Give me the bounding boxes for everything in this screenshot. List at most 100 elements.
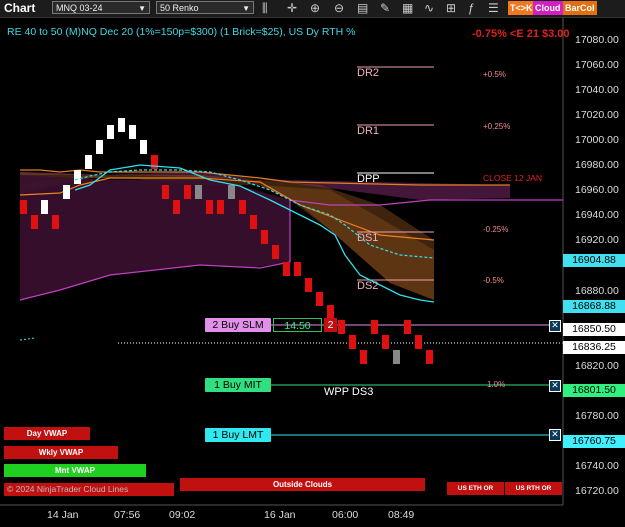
bar-type-icon[interactable]: ⫼ xyxy=(262,1,268,16)
crosshair-icon[interactable]: ✛ xyxy=(287,1,297,15)
renko-brick xyxy=(129,125,136,139)
y-tick-label: 16960.00 xyxy=(575,184,619,197)
y-tick-label: 16820.00 xyxy=(575,359,619,372)
renko-brick xyxy=(283,262,290,276)
bar-type-value: 50 Renko xyxy=(160,3,199,13)
drawing-tool-icon[interactable]: ✎ xyxy=(380,1,390,15)
chart-subtitle: RE 40 to 50 (M)NQ Dec 20 (1%=150p=$300) … xyxy=(7,26,356,38)
renko-brick xyxy=(327,305,334,319)
x-tick-label: 06:00 xyxy=(332,509,359,521)
price-tag: 16868.88 xyxy=(563,299,625,313)
cloud-toggle-button[interactable]: Cloud xyxy=(533,1,563,15)
renko-brick xyxy=(96,140,103,154)
renko-brick xyxy=(74,170,81,184)
chart-title: Chart xyxy=(4,1,36,15)
level-dr1-pct: +0.25% xyxy=(483,122,511,131)
us-eth-or-box: US ETH OR xyxy=(447,482,504,495)
chevron-down-icon: ▼ xyxy=(242,4,250,13)
renko-brick xyxy=(31,215,38,229)
level-dr1-label: DR1 xyxy=(357,125,380,137)
properties-icon[interactable]: ▤ xyxy=(357,1,368,15)
renko-brick xyxy=(162,185,169,199)
legend-text: © 2024 NinjaTrader Cloud Lines xyxy=(7,484,129,494)
renko-brick xyxy=(239,200,246,214)
cancel-mit-close-icon[interactable]: ✕ xyxy=(549,380,561,392)
tk-toggle-button[interactable]: T<>K xyxy=(508,1,535,15)
y-tick-label: 16940.00 xyxy=(575,209,619,222)
chevron-down-icon: ▼ xyxy=(138,4,146,13)
renko-brick xyxy=(360,350,367,364)
y-tick-label: 16980.00 xyxy=(575,159,619,172)
toolbar: Chart MNQ 03-24 ▼ 50 Renko ▼ ⫼ ✛ ⊕ ⊖ ▤ ✎… xyxy=(0,0,625,18)
level-ds2-pct: -0.5% xyxy=(483,276,504,285)
buy-mit-order-label[interactable]: 1 Buy MIT xyxy=(205,378,271,392)
y-tick-label: 17000.00 xyxy=(575,133,619,146)
renko-brick xyxy=(349,335,356,349)
renko-brick xyxy=(206,200,213,214)
bar-type-selector[interactable]: 50 Renko ▼ xyxy=(156,1,254,14)
price-tag: 16850.50 xyxy=(563,322,625,336)
cancel-slm-close-icon[interactable]: ✕ xyxy=(549,320,561,332)
chart-trader-icon[interactable]: ⊞ xyxy=(446,1,456,15)
x-tick-label: 07:56 xyxy=(114,509,141,521)
y-tick-label: 16720.00 xyxy=(575,485,619,498)
price-tag: 16836.25 xyxy=(563,340,625,354)
renko-brick xyxy=(382,335,389,349)
renko-brick xyxy=(107,125,114,139)
y-tick-label: 16740.00 xyxy=(575,460,619,473)
x-tick-label: 08:49 xyxy=(388,509,415,521)
buy-slm-order-label[interactable]: 2 Buy SLM xyxy=(205,318,271,332)
buy-slm-price-field[interactable]: 14.50 xyxy=(273,318,322,332)
renko-brick xyxy=(404,320,411,334)
instrument-selector[interactable]: MNQ 03-24 ▼ xyxy=(52,1,150,14)
monthly-vwap-box: Mnt VWAP xyxy=(4,464,146,477)
renko-brick xyxy=(316,292,323,306)
y-tick-label: 17020.00 xyxy=(575,108,619,121)
zoom-out-icon[interactable]: ⊖ xyxy=(334,1,344,15)
renko-brick xyxy=(195,185,202,199)
renko-brick xyxy=(41,200,48,214)
level-ds3-label: WPP DS3 xyxy=(324,386,374,398)
renko-brick xyxy=(294,262,301,276)
buy-lmt-order-label[interactable]: 1 Buy LMT xyxy=(205,428,271,442)
instrument-value: MNQ 03-24 xyxy=(56,3,103,13)
level-ds1-label: DS1 xyxy=(357,232,379,244)
renko-brick xyxy=(272,245,279,259)
y-tick-label: 17080.00 xyxy=(575,33,619,46)
renko-brick xyxy=(63,185,70,199)
renko-brick xyxy=(85,155,92,169)
x-tick-label: 16 Jan xyxy=(264,509,296,521)
price-tag: 16801.50 xyxy=(563,384,625,398)
data-box-icon[interactable]: ☰ xyxy=(488,1,499,15)
renko-brick xyxy=(140,140,147,154)
renko-brick xyxy=(52,215,59,229)
renko-brick xyxy=(250,215,257,229)
price-tag: 16904.88 xyxy=(563,254,625,268)
level-ds3-pct: 1.0% xyxy=(487,380,506,389)
indicators-icon[interactable]: ƒ xyxy=(468,1,475,15)
top-percent-readout: -0.75% <E 21 $3.00 xyxy=(472,28,570,40)
renko-brick xyxy=(426,350,433,364)
outside-clouds-box: Outside Clouds xyxy=(180,478,425,491)
barcol-toggle-button[interactable]: BarCol xyxy=(563,1,597,15)
level-ds2-label: DS2 xyxy=(357,280,379,292)
renko-brick xyxy=(305,278,312,292)
buy-slm-qty[interactable]: 2 xyxy=(324,318,337,332)
cloud-band-purple xyxy=(20,175,290,300)
renko-brick xyxy=(217,200,224,214)
level-ds1-pct: -0.25% xyxy=(483,225,509,234)
y-tick-label: 17060.00 xyxy=(575,58,619,71)
renko-brick xyxy=(415,335,422,349)
y-tick-label: 16780.00 xyxy=(575,410,619,423)
templates-icon[interactable]: ▦ xyxy=(402,1,413,15)
renko-brick xyxy=(118,118,125,132)
weekly-vwap-box: Wkly VWAP xyxy=(4,446,118,459)
renko-brick xyxy=(184,185,191,199)
zoom-in-icon[interactable]: ⊕ xyxy=(310,1,320,15)
strategy-icon[interactable]: ∿ xyxy=(424,1,434,15)
close-label: CLOSE 12 JAN xyxy=(483,173,543,183)
renko-brick xyxy=(393,350,400,364)
renko-brick xyxy=(261,230,268,244)
cancel-lmt-close-icon[interactable]: ✕ xyxy=(549,429,561,441)
renko-brick xyxy=(173,200,180,214)
